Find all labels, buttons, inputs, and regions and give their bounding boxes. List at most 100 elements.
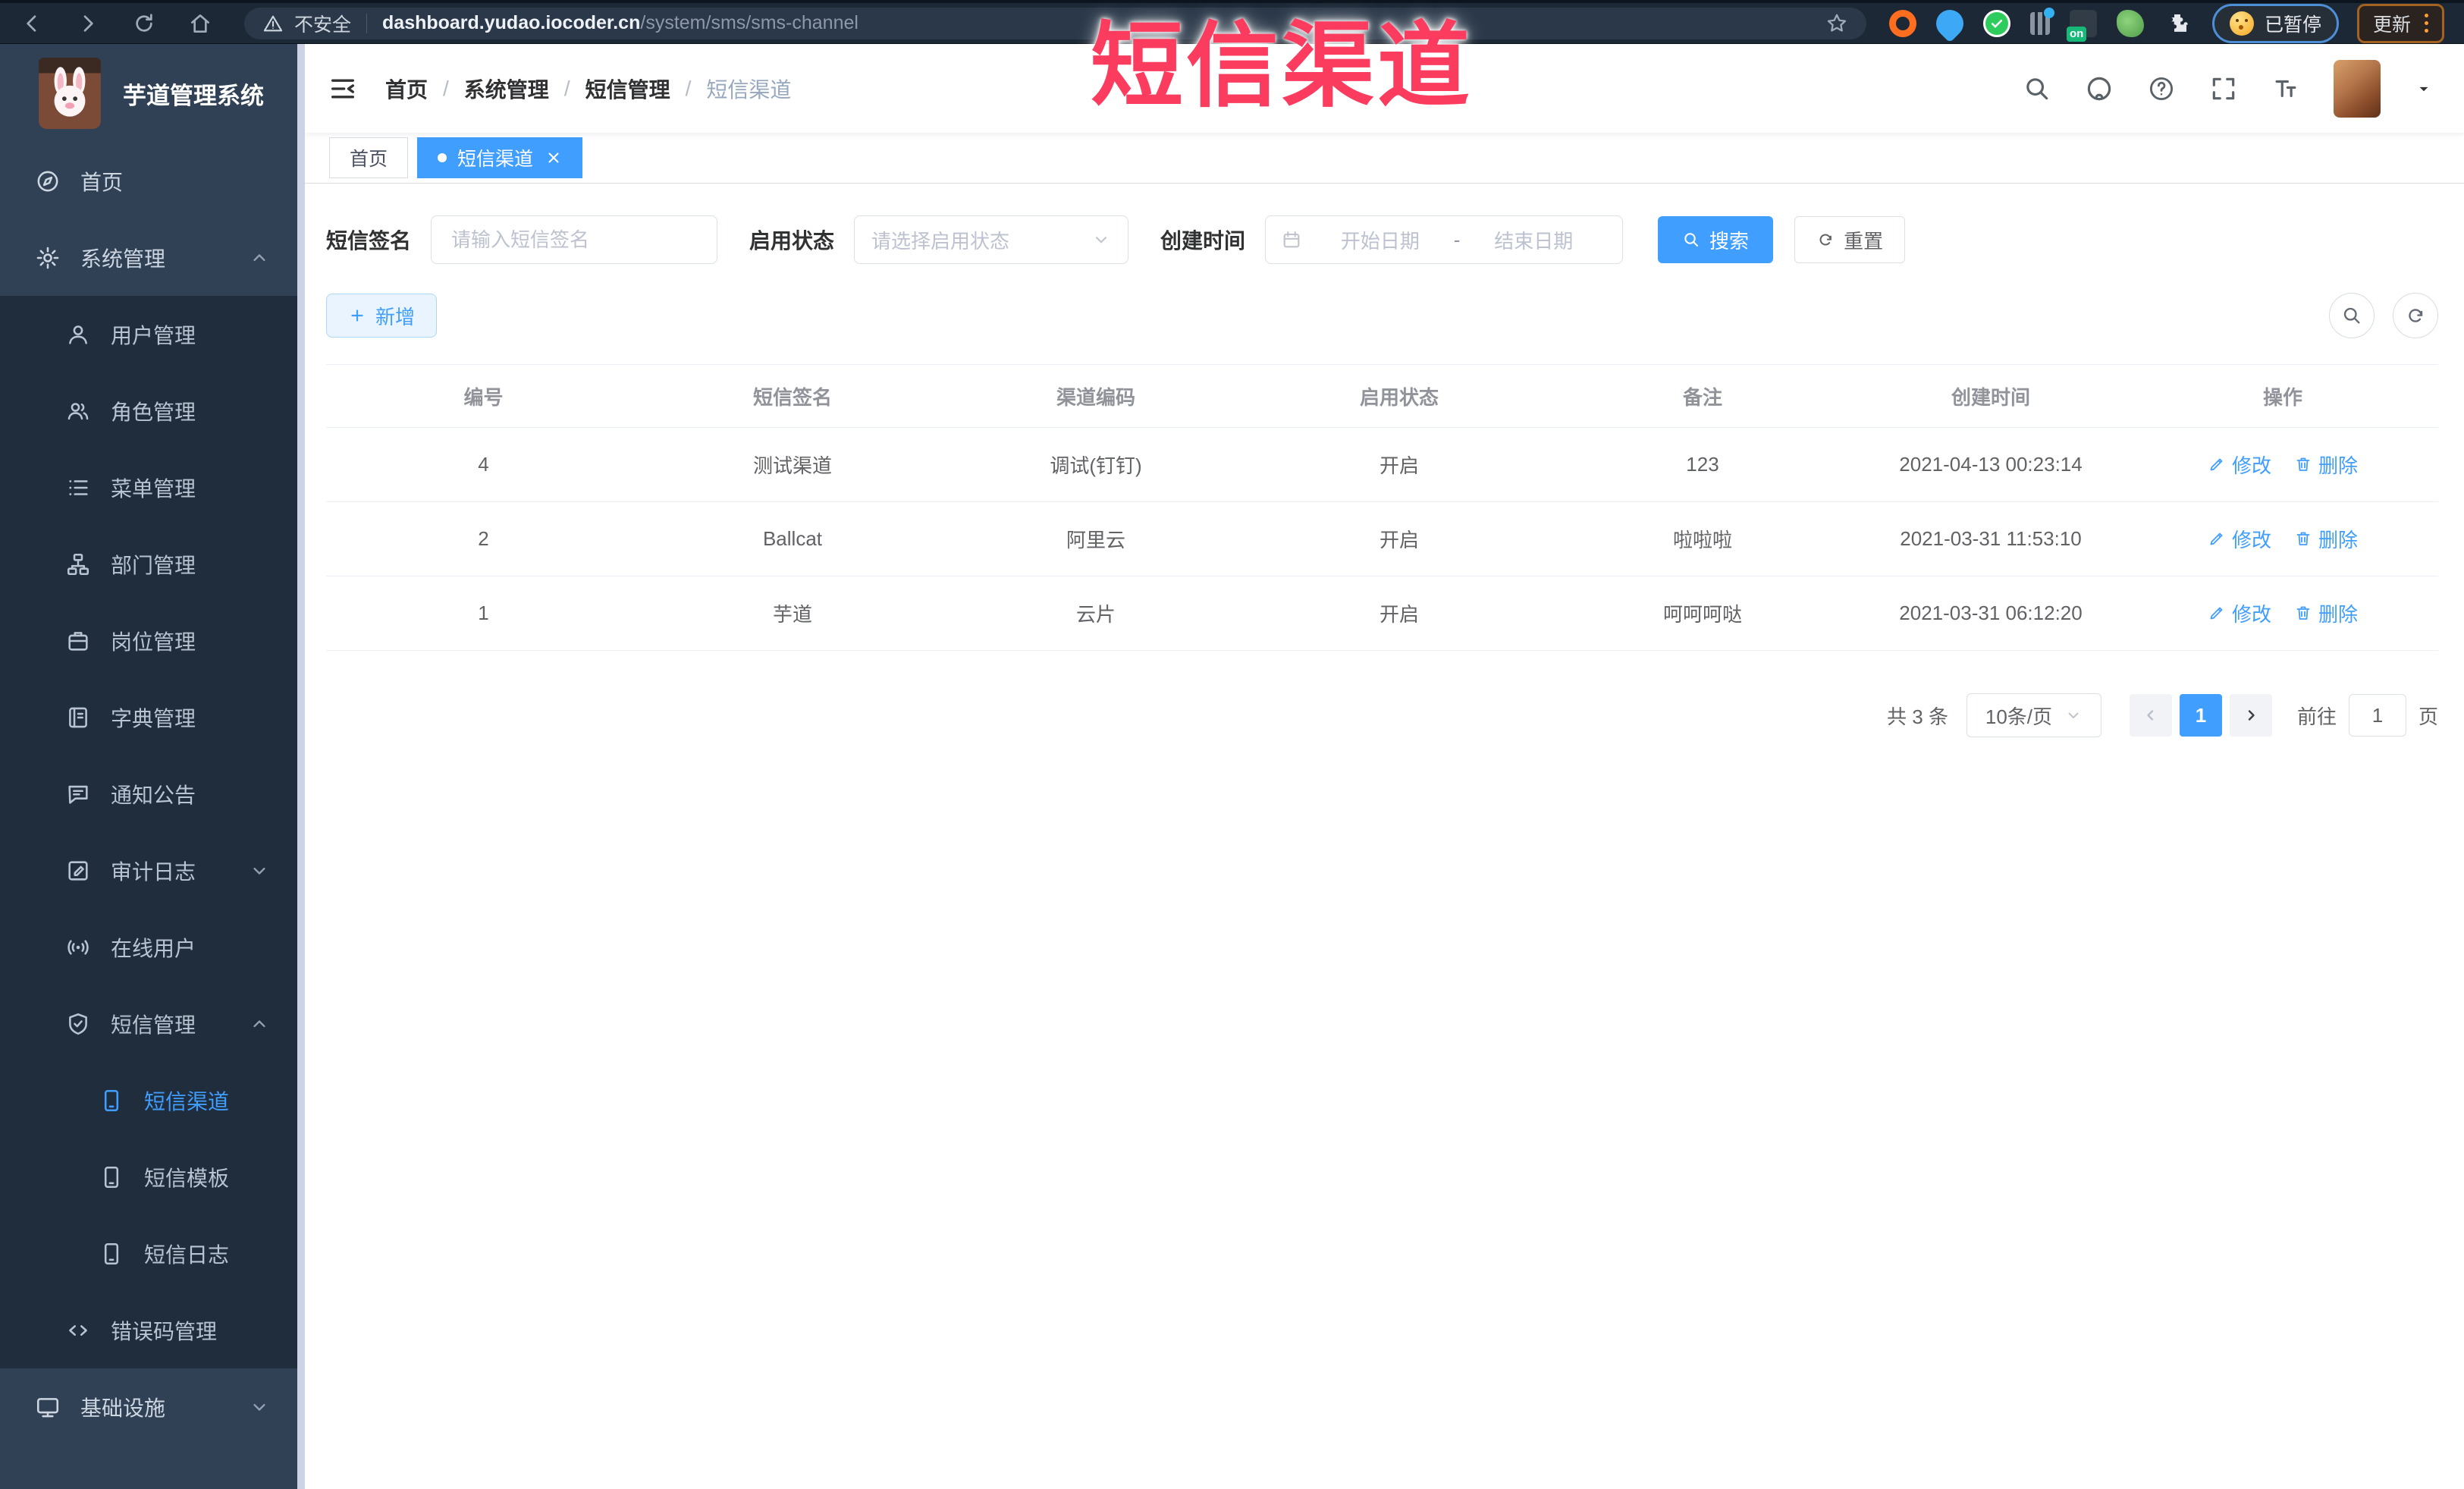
sidebar: 芋道管理系统 首页 系统管理 用户管理 角色管理 菜单管理 部门管理 岗位管理 字典管理 通知公… bbox=[0, 44, 305, 1489]
goto-label: 前往 bbox=[2296, 705, 2337, 728]
sidebar-item-label: 短信渠道 bbox=[144, 1089, 230, 1114]
sidebar-item[interactable]: 通知公告 bbox=[0, 755, 305, 832]
browser-menu-dots-icon[interactable] bbox=[2425, 14, 2428, 33]
audio-mixer-extension-icon[interactable] bbox=[2029, 7, 2054, 35]
sidebar-item[interactable]: 短信日志 bbox=[0, 1215, 305, 1292]
page-size-select[interactable]: 10条/页 bbox=[1966, 693, 2101, 737]
edit-link[interactable]: 修改 bbox=[2208, 525, 2271, 553]
online-user-icon bbox=[65, 935, 91, 960]
current-page[interactable]: 1 bbox=[2179, 694, 2222, 737]
filter-form: 短信签名 启用状态 请选择启用状态 创建时间 开始日 bbox=[326, 215, 2438, 264]
org-tree-icon bbox=[65, 551, 91, 577]
sidebar-item[interactable]: 审计日志 bbox=[0, 832, 305, 909]
location-pin-extension-icon[interactable] bbox=[1930, 4, 1970, 42]
sidebar-item-label: 审计日志 bbox=[111, 859, 196, 884]
sign-input[interactable] bbox=[450, 227, 699, 253]
sidebar-item[interactable]: 部门管理 bbox=[0, 526, 305, 602]
plus-icon bbox=[348, 306, 366, 325]
edit-link[interactable]: 修改 bbox=[2208, 451, 2271, 479]
date-range-picker[interactable]: 开始日期 - 结束日期 bbox=[1265, 215, 1624, 264]
help-icon[interactable] bbox=[2147, 74, 2176, 103]
next-page-button[interactable] bbox=[2229, 694, 2272, 737]
delete-link[interactable]: 删除 bbox=[2294, 451, 2358, 479]
sidebar-item[interactable]: 字典管理 bbox=[0, 679, 305, 755]
refresh-table-button[interactable] bbox=[2393, 293, 2438, 338]
vpn-on-extension-icon[interactable] bbox=[2066, 9, 2097, 42]
avatar[interactable] bbox=[2334, 59, 2381, 118]
browser-forward-icon[interactable] bbox=[76, 11, 100, 36]
breadcrumb-home[interactable]: 首页 bbox=[385, 74, 428, 104]
sidebar-item[interactable]: 角色管理 bbox=[0, 372, 305, 449]
add-button[interactable]: 新增 bbox=[326, 294, 438, 338]
not-secure-label: 不安全 bbox=[294, 14, 352, 36]
toggle-search-button[interactable] bbox=[2329, 293, 2375, 338]
delete-link[interactable]: 删除 bbox=[2294, 525, 2358, 553]
update-label: 更新 bbox=[2372, 14, 2411, 36]
table-row: 4 测试渠道 调试(钉钉) 开启 123 2021-04-13 00:23:14 修改 删除 bbox=[326, 427, 2438, 502]
sidebar-item[interactable]: 短信模板 bbox=[0, 1139, 305, 1215]
orange-ring-extension-icon[interactable] bbox=[1888, 9, 1916, 37]
reset-button-label: 重置 bbox=[1844, 229, 1884, 253]
sidebar-item-label: 字典管理 bbox=[111, 706, 196, 730]
sidebar-item[interactable]: 岗位管理 bbox=[0, 602, 305, 679]
green-check-extension-icon[interactable] bbox=[1982, 9, 2010, 37]
fullscreen-icon[interactable] bbox=[2209, 74, 2238, 103]
sidebar-item[interactable]: 基础设施 bbox=[0, 1368, 305, 1445]
caret-down-icon[interactable] bbox=[2414, 79, 2434, 99]
close-icon[interactable] bbox=[545, 149, 562, 166]
hamburger-icon[interactable] bbox=[328, 74, 358, 104]
tab-sms-channel[interactable]: 短信渠道 bbox=[417, 137, 583, 178]
cell-operations: 修改 删除 bbox=[2127, 576, 2438, 651]
sidebar-item[interactable]: 短信管理 bbox=[0, 985, 305, 1062]
breadcrumb-system[interactable]: 系统管理 bbox=[464, 74, 549, 104]
extension-cluster bbox=[1888, 4, 2191, 42]
bookmark-star-icon[interactable] bbox=[1825, 12, 1848, 35]
cell-status: 开启 bbox=[1248, 501, 1551, 576]
sidebar-item[interactable]: 错误码管理 bbox=[0, 1292, 305, 1368]
github-icon[interactable] bbox=[2085, 74, 2114, 103]
sidebar-item[interactable]: 用户管理 bbox=[0, 296, 305, 372]
edit-link[interactable]: 修改 bbox=[2208, 599, 2271, 627]
error-code-icon bbox=[65, 1318, 91, 1343]
sidebar-item[interactable]: 菜单管理 bbox=[0, 449, 305, 526]
plant-extension-icon[interactable] bbox=[2116, 9, 2144, 37]
trash-icon bbox=[2294, 604, 2312, 622]
sidebar-item[interactable]: 系统管理 bbox=[0, 219, 305, 296]
font-size-icon[interactable] bbox=[2271, 74, 2300, 103]
tab-label: 短信渠道 bbox=[457, 149, 534, 170]
sidebar-item-label: 角色管理 bbox=[111, 400, 196, 424]
start-date-placeholder[interactable]: 开始日期 bbox=[1307, 226, 1454, 254]
browser-reload-icon[interactable] bbox=[132, 11, 156, 36]
time-label: 创建时间 bbox=[1160, 229, 1246, 253]
main-area: 首页 / 系统管理 / 短信管理 / 短信渠道 首页 短信渠道 短信签名 请输入… bbox=[305, 44, 2464, 1489]
not-secure-warning-icon[interactable] bbox=[262, 13, 284, 34]
extensions-puzzle-icon[interactable] bbox=[2164, 10, 2191, 37]
cell-sign: Ballcat bbox=[641, 501, 944, 576]
chevron-down-icon bbox=[249, 860, 270, 881]
search-icon[interactable] bbox=[2023, 74, 2051, 103]
goto-page-input[interactable] bbox=[2348, 694, 2406, 737]
breadcrumb-sms[interactable]: 短信管理 bbox=[585, 74, 670, 104]
sidebar-item[interactable]: 首页 bbox=[0, 143, 305, 219]
address-bar[interactable]: 不安全 dashboard.yudao.iocoder.cn /system/s… bbox=[244, 7, 1866, 39]
tab-home[interactable]: 首页 bbox=[329, 137, 409, 178]
sidebar-item[interactable]: 在线用户 bbox=[0, 909, 305, 985]
browser-update-button[interactable]: 更新 bbox=[2356, 3, 2444, 43]
paused-extension-badge[interactable]: 已暂停 bbox=[2211, 3, 2339, 43]
status-select[interactable]: 请选择启用状态 bbox=[854, 215, 1129, 264]
search-button[interactable]: 搜索 bbox=[1658, 216, 1774, 263]
add-button-label: 新增 bbox=[375, 305, 416, 328]
browser-home-icon[interactable] bbox=[188, 11, 212, 36]
chevron-up-icon bbox=[249, 1013, 270, 1035]
delete-link[interactable]: 删除 bbox=[2294, 599, 2358, 627]
search-icon bbox=[2341, 305, 2362, 326]
reset-button[interactable]: 重置 bbox=[1794, 216, 1906, 263]
pencil-icon bbox=[2208, 604, 2226, 622]
sidebar-item-label: 在线用户 bbox=[111, 936, 196, 960]
sidebar-scrollbar[interactable] bbox=[297, 44, 305, 1489]
column-header: 创建时间 bbox=[1854, 364, 2127, 428]
browser-back-icon[interactable] bbox=[20, 11, 44, 36]
sidebar-item[interactable]: 短信渠道 bbox=[0, 1062, 305, 1139]
prev-page-button[interactable] bbox=[2129, 694, 2172, 737]
end-date-placeholder[interactable]: 结束日期 bbox=[1460, 226, 1607, 254]
